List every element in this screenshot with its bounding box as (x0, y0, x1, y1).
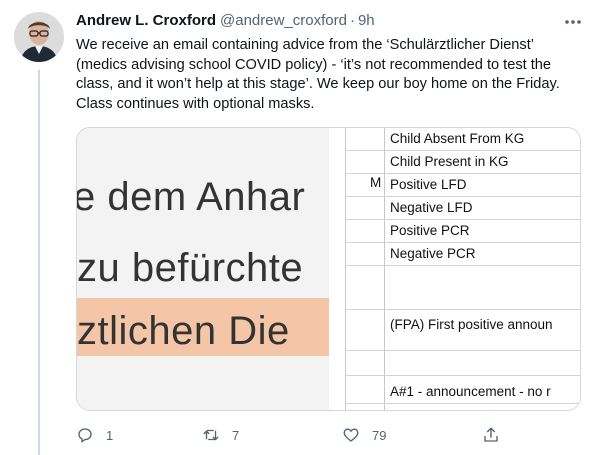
row-marker: M (370, 175, 382, 190)
grid-line (345, 173, 580, 174)
user-handle[interactable]: @andrew_croxford (220, 12, 347, 29)
heart-icon (343, 428, 359, 442)
like-count: 79 (372, 427, 387, 443)
tweet-media[interactable]: e dem Anhar zu befürchte ztlichen Die M … (76, 127, 581, 411)
share-icon (484, 427, 498, 442)
legend-row: Negative LFD (390, 200, 473, 215)
tweet-actions: 1 7 79 (76, 424, 516, 446)
legend-row: (FPA) First positive announ (390, 317, 553, 332)
zoomed-document-image: e dem Anhar zu befürchte ztlichen Die (77, 128, 329, 410)
tweet[interactable]: Andrew L. Croxford @andrew_croxford · 9h… (0, 0, 598, 455)
reply-count: 1 (106, 427, 114, 443)
retweet-count: 7 (232, 427, 240, 443)
legend-row: Negative PCR (390, 246, 476, 261)
retweet-icon (203, 429, 219, 441)
tweet-text: We receive an email containing advice fr… (76, 37, 560, 112)
spreadsheet-legend-image (332, 128, 580, 410)
reply-icon (78, 428, 92, 443)
grid-line (345, 219, 580, 220)
reply-button[interactable]: 1 (76, 424, 113, 446)
grid-line (345, 242, 580, 243)
legend-row: A#1 - announcement - no r (390, 384, 551, 399)
grid-line (384, 128, 385, 410)
avatar[interactable] (14, 12, 64, 62)
legend-row: Positive PCR (390, 223, 470, 238)
more-horizontal-icon[interactable] (562, 12, 584, 32)
grid-line (345, 150, 580, 151)
grid-line (345, 309, 580, 310)
like-button[interactable]: 79 (342, 424, 386, 446)
share-button[interactable] (482, 424, 500, 446)
retweet-button[interactable]: 7 (202, 424, 239, 446)
separator-dot: · (349, 12, 355, 29)
grid-line (345, 196, 580, 197)
zoomed-text-line: e dem Anhar (76, 175, 306, 219)
grid-line (345, 350, 580, 351)
zoomed-text-line: zu befürchte (77, 246, 304, 290)
timestamp[interactable]: 9h (358, 12, 375, 29)
legend-row: Positive LFD (390, 177, 467, 192)
zoomed-text-line: ztlichen Die (77, 309, 290, 353)
legend-row: Child Present in KG (390, 154, 509, 169)
grid-line (345, 375, 580, 376)
tweet-header: Andrew L. Croxford @andrew_croxford · 9h (76, 12, 375, 32)
grid-line (345, 265, 580, 266)
display-name[interactable]: Andrew L. Croxford (76, 12, 216, 29)
avatar-image (14, 12, 64, 62)
grid-line (345, 128, 346, 410)
legend-row: Child Absent From KG (390, 131, 525, 146)
grid-line (345, 403, 580, 404)
thread-line (38, 70, 40, 455)
